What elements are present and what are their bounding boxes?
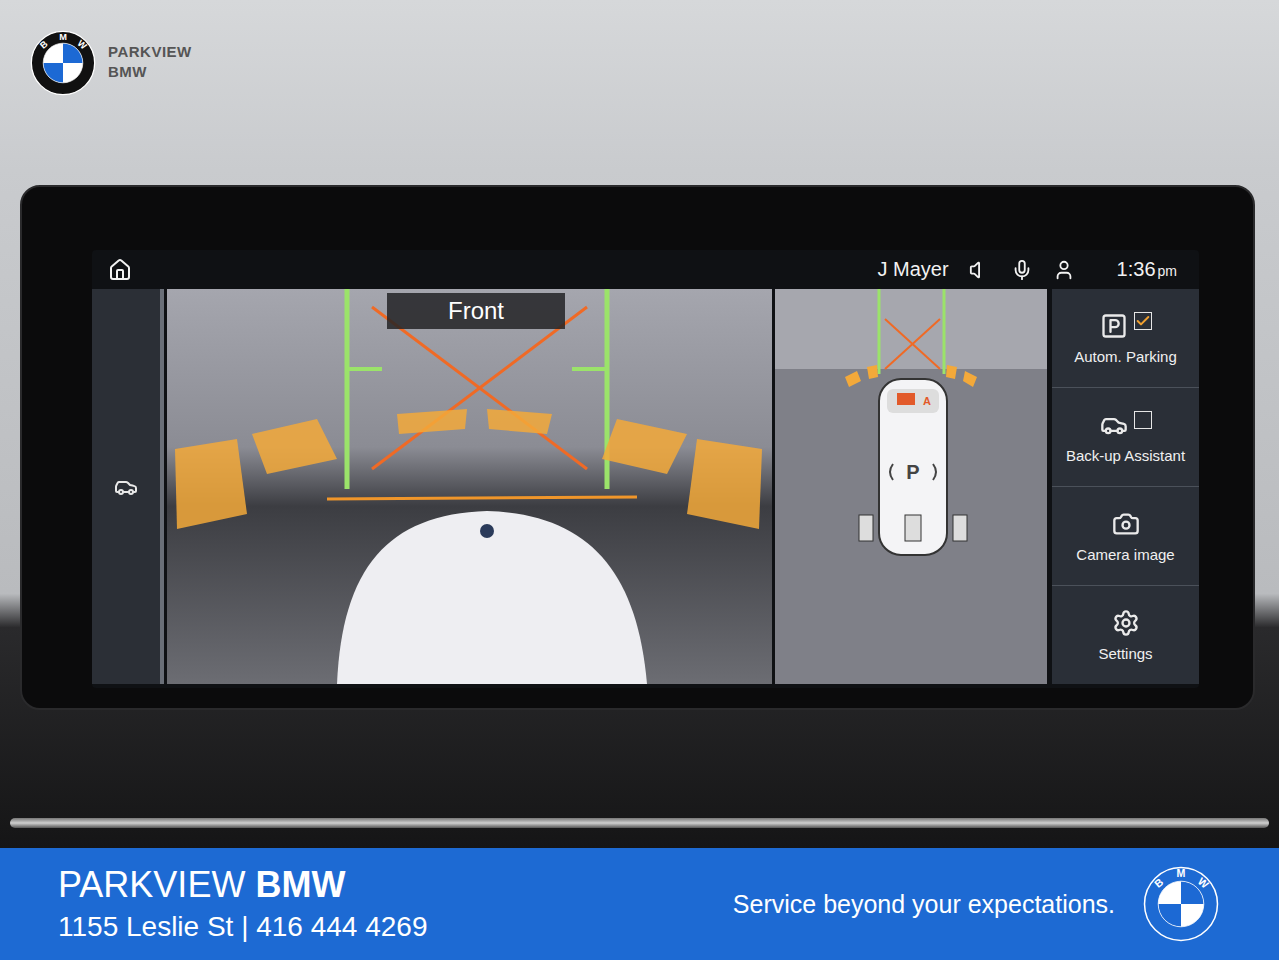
- menu-item[interactable]: Settings: [1052, 586, 1199, 684]
- menu-item-icon: [1112, 609, 1140, 637]
- clock: 1:36pm: [1117, 258, 1177, 281]
- view-label: Front: [387, 293, 565, 329]
- home-icon[interactable]: [108, 258, 132, 282]
- display: J Mayer1:36pmFrontAPAutom. ParkingBack-u…: [92, 250, 1199, 688]
- front-camera-image: [167, 289, 772, 684]
- camera-content: FrontAPAutom. ParkingBack-up AssistantCa…: [92, 289, 1199, 688]
- dealer-header: BMWPARKVIEWBMW: [0, 0, 1279, 185]
- sidebar: [92, 289, 164, 684]
- bmw-logo-icon: BMW: [30, 30, 96, 96]
- banner-tagline: Service beyond your expectations.: [733, 890, 1115, 919]
- svg-text:W: W: [76, 38, 89, 51]
- menu-item-icon: [1112, 510, 1140, 538]
- svg-text:B: B: [1152, 875, 1166, 889]
- checkbox[interactable]: [1134, 411, 1152, 429]
- svg-text:M: M: [59, 32, 67, 42]
- menu-item[interactable]: Autom. Parking: [1052, 289, 1199, 388]
- menu-item-icon: [1100, 411, 1128, 439]
- page: BMWPARKVIEWBMWJ Mayer1:36pmFrontAPAutom.…: [0, 0, 1279, 960]
- svg-text:W: W: [1196, 875, 1212, 891]
- parking-menu: Autom. ParkingBack-up AssistantCamera im…: [1052, 289, 1199, 684]
- status-bar: J Mayer 1:36pm: [92, 250, 1199, 289]
- user-name[interactable]: J Mayer: [877, 258, 948, 281]
- dashboard: [0, 710, 1279, 848]
- profile-icon[interactable]: [1053, 259, 1075, 281]
- checkbox[interactable]: [1134, 312, 1152, 330]
- top-view-image: AP: [775, 289, 1047, 684]
- svg-text:P: P: [906, 461, 919, 483]
- microphone-icon[interactable]: [1011, 259, 1033, 281]
- dealer-brand: PARKVIEWBMW: [108, 30, 192, 82]
- front-camera-view: Front: [167, 289, 772, 684]
- screen-bezel: J Mayer1:36pmFrontAPAutom. ParkingBack-u…: [20, 185, 1255, 710]
- banner-address: 1155 Leslie St | 416 444 4269: [58, 911, 428, 943]
- check-icon: [1135, 313, 1151, 329]
- car-icon[interactable]: [114, 475, 138, 499]
- speaker-icon[interactable]: [969, 259, 991, 281]
- svg-text:B: B: [38, 39, 50, 51]
- bmw-logo-icon: BMW: [1143, 866, 1219, 942]
- menu-item-icon: [1100, 312, 1128, 340]
- svg-text:M: M: [1177, 867, 1186, 879]
- banner-name: PARKVIEW BMW: [58, 865, 428, 905]
- dashboard-trim: [10, 818, 1269, 828]
- menu-item[interactable]: Back-up Assistant: [1052, 388, 1199, 487]
- dealer-banner: PARKVIEW BMW 1155 Leslie St | 416 444 426…: [0, 848, 1279, 960]
- top-view: AP: [775, 289, 1047, 684]
- svg-text:A: A: [923, 395, 931, 407]
- menu-item[interactable]: Camera image: [1052, 487, 1199, 586]
- photo-background: BMWPARKVIEWBMWJ Mayer1:36pmFrontAPAutom.…: [0, 0, 1279, 848]
